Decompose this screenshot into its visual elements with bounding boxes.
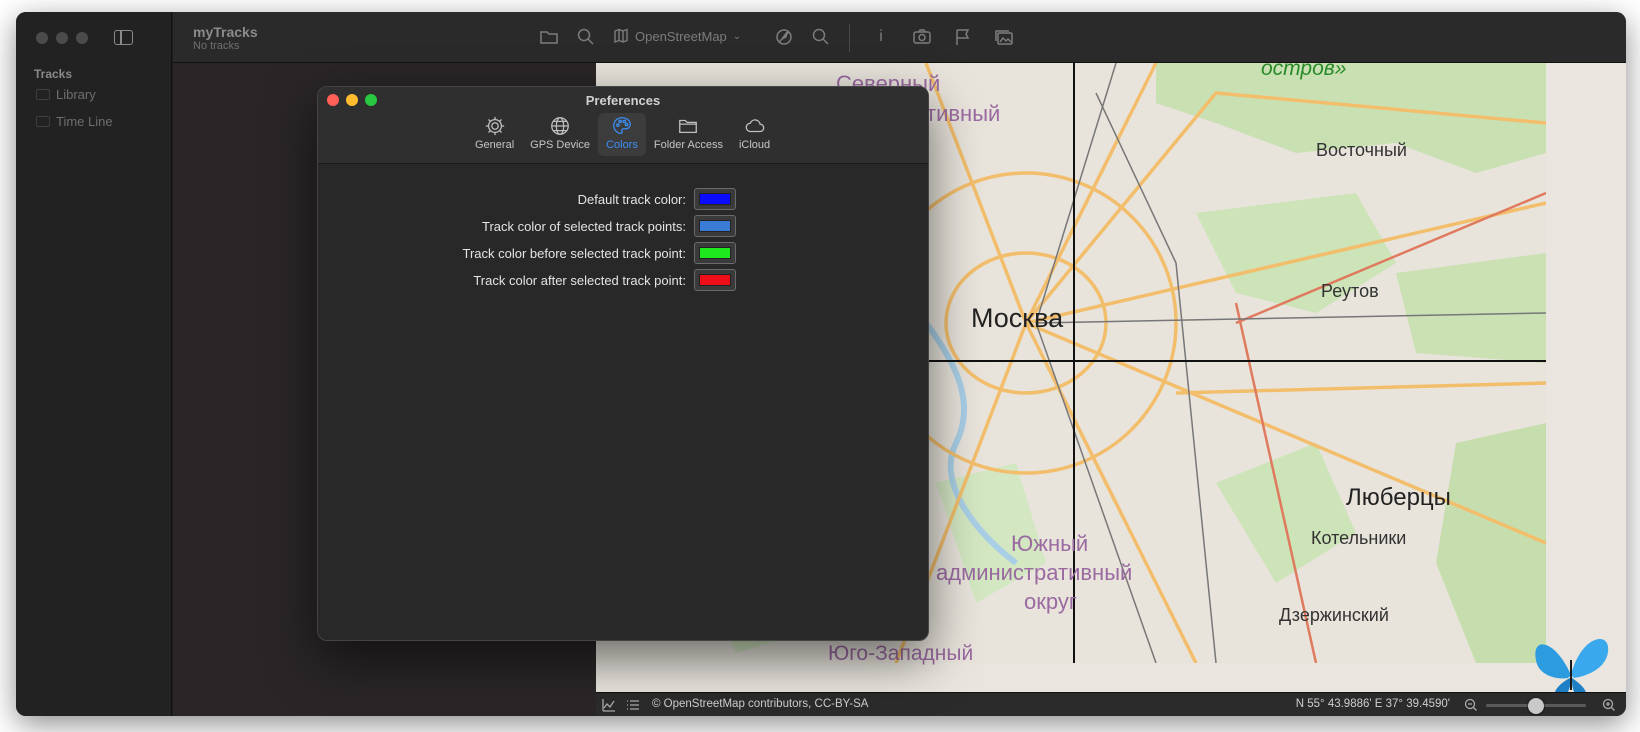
tab-label: iCloud xyxy=(738,139,771,151)
globe-icon xyxy=(551,117,569,135)
cloud-icon xyxy=(745,119,764,133)
selected-track-color-row: Track color of selected track points: xyxy=(482,215,736,237)
tab-icloud[interactable]: iCloud xyxy=(731,113,778,156)
coordinates-readout: N 55° 43.9886' E 37° 39.4590' xyxy=(1295,698,1450,710)
default-track-color-well[interactable] xyxy=(694,188,736,210)
window-controls-inactive xyxy=(36,32,88,44)
butterfly-logo-icon xyxy=(1535,639,1609,692)
sidebar-item-label: Time Line xyxy=(56,113,113,129)
after-selected-color-well[interactable] xyxy=(694,269,736,291)
folder-icon xyxy=(540,31,558,44)
tab-colors[interactable]: Colors xyxy=(598,113,646,156)
color-swatch xyxy=(699,247,731,259)
search-icon xyxy=(577,28,594,45)
list-button[interactable] xyxy=(626,698,640,712)
folder-icon xyxy=(679,119,698,134)
list-icon xyxy=(627,700,639,710)
info-icon: i xyxy=(879,28,883,45)
photos-button[interactable] xyxy=(993,26,1015,48)
color-row-label: Track color of selected track points: xyxy=(482,218,686,234)
sidebar-toggle-icon[interactable] xyxy=(114,30,133,45)
app-title: myTracks xyxy=(193,24,258,40)
toolbar: myTracks No tracks OpenStreetMap ⌄ i xyxy=(173,12,1626,63)
map-label: Москва xyxy=(971,303,1064,333)
graph-button[interactable] xyxy=(602,698,616,712)
status-bar: © OpenStreetMap contributors, CC-BY-SA N… xyxy=(596,692,1626,716)
map-source-select[interactable]: OpenStreetMap ⌄ xyxy=(613,28,741,44)
preferences-dialog: Preferences General GPS Device Colors Fo… xyxy=(317,86,929,641)
photo-stack-icon xyxy=(995,30,1013,45)
map-label: тивный xyxy=(926,101,1001,126)
map-label: Котельники xyxy=(1311,528,1407,548)
before-selected-color-row: Track color before selected track point: xyxy=(462,242,736,264)
map-icon xyxy=(614,28,628,44)
search-map-button[interactable] xyxy=(810,26,832,48)
map-label: Юго-Западный xyxy=(828,642,974,665)
palette-icon xyxy=(613,117,631,134)
tab-general[interactable]: General xyxy=(467,113,522,156)
color-swatch xyxy=(699,220,731,232)
graph-icon xyxy=(602,699,615,712)
zoom-slider-knob[interactable] xyxy=(1528,698,1544,714)
zoom-out-button[interactable] xyxy=(1464,698,1478,712)
zoom-in-button[interactable] xyxy=(1602,698,1616,712)
default-track-color-row: Default track color: xyxy=(578,188,736,210)
map-label: Дзержинский xyxy=(1279,605,1389,625)
preferences-tabs: General GPS Device Colors Folder Access … xyxy=(467,113,778,156)
sidebar-item-time-line[interactable]: Time Line xyxy=(36,110,113,132)
search-tracks-button[interactable] xyxy=(575,26,597,48)
map-copyright[interactable]: © OpenStreetMap contributors, CC-BY-SA xyxy=(652,698,868,710)
zoom-button[interactable] xyxy=(76,32,88,44)
map-label: Реутов xyxy=(1321,281,1379,301)
color-swatch xyxy=(699,274,731,286)
tab-label: General xyxy=(475,139,515,151)
map-label: Южный xyxy=(1011,531,1089,556)
flag-icon xyxy=(956,29,970,45)
location-disabled-icon xyxy=(776,29,792,45)
map-label: Восточный xyxy=(1316,140,1407,160)
color-row-label: Default track color: xyxy=(577,191,686,207)
tab-label: GPS Device xyxy=(530,139,591,151)
before-selected-color-well[interactable] xyxy=(694,242,736,264)
camera-icon xyxy=(913,29,931,44)
chevron-down-icon: ⌄ xyxy=(732,30,742,42)
dialog-title: Preferences xyxy=(585,93,661,108)
map-label: округ xyxy=(1024,589,1077,614)
open-folder-button[interactable] xyxy=(538,26,560,48)
info-button[interactable]: i xyxy=(870,26,892,48)
camera-button[interactable] xyxy=(911,26,933,48)
search-icon xyxy=(812,28,829,45)
color-row-label: Track color before selected track point: xyxy=(462,245,686,261)
map-source-label: OpenStreetMap xyxy=(635,28,727,44)
sidebar-item-library[interactable]: Library xyxy=(36,83,96,105)
toolbar-separator xyxy=(849,24,850,52)
library-icon xyxy=(36,88,50,100)
timeline-icon xyxy=(36,115,50,127)
flag-button[interactable] xyxy=(952,26,974,48)
map-label: остров» xyxy=(1261,63,1347,80)
tab-label: Colors xyxy=(606,139,638,151)
tab-folder-access[interactable]: Folder Access xyxy=(646,113,731,156)
gear-icon xyxy=(485,116,504,136)
location-button[interactable] xyxy=(773,26,795,48)
preferences-toolbar: Preferences General GPS Device Colors Fo… xyxy=(318,87,928,164)
sidebar: Tracks Library Time Line xyxy=(16,12,172,716)
sidebar-item-label: Library xyxy=(56,86,96,102)
color-row-label: Track color after selected track point: xyxy=(473,272,686,288)
tab-label: Folder Access xyxy=(653,139,723,151)
sidebar-heading: Tracks xyxy=(34,67,73,81)
minimize-button[interactable] xyxy=(56,32,68,44)
zoom-slider[interactable] xyxy=(1486,698,1586,714)
map-label: Люберцы xyxy=(1346,484,1451,511)
zoom-out-icon xyxy=(1464,698,1477,711)
map-label: административный xyxy=(936,560,1133,585)
color-swatch xyxy=(699,193,731,205)
close-button[interactable] xyxy=(36,32,48,44)
zoom-in-icon xyxy=(1602,698,1615,711)
app-subtitle: No tracks xyxy=(193,40,240,52)
tab-gps-device[interactable]: GPS Device xyxy=(522,113,598,156)
after-selected-color-row: Track color after selected track point: xyxy=(473,269,736,291)
selected-track-color-well[interactable] xyxy=(694,215,736,237)
